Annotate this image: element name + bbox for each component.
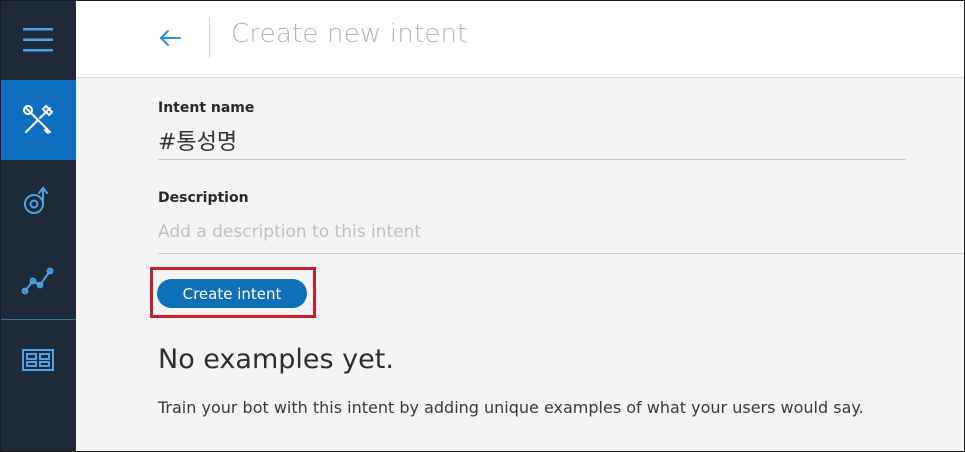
- intent-name-value: #통성명: [158, 130, 238, 155]
- intent-name-label: Intent name: [158, 100, 255, 116]
- tools-icon: [23, 104, 54, 134]
- sidebar-nav: [0, 0, 76, 452]
- empty-examples-title: No examples yet.: [158, 344, 394, 375]
- description-placeholder: Add a description to this intent: [158, 222, 422, 242]
- intent-name-input[interactable]: #통성명: [158, 124, 906, 160]
- description-label: Description: [158, 190, 249, 206]
- deploy-icon: [24, 186, 48, 214]
- sidebar-item-build[interactable]: [0, 80, 76, 160]
- page-title: Create new intent: [231, 19, 468, 49]
- page-header: Create new intent: [76, 0, 965, 78]
- create-intent-button[interactable]: Create intent: [157, 279, 307, 308]
- analytics-icon: [21, 267, 54, 295]
- menu-icon: [23, 28, 53, 52]
- sidebar-item-deploy[interactable]: [0, 160, 76, 240]
- empty-examples-description: Train your bot with this intent by addin…: [158, 398, 864, 417]
- header-divider: [209, 18, 210, 58]
- back-button[interactable]: [154, 22, 186, 54]
- sidebar-item-analytics[interactable]: [0, 240, 76, 320]
- sidebar-item-dashboard[interactable]: [0, 320, 76, 400]
- description-input[interactable]: Add a description to this intent: [158, 218, 965, 254]
- arrow-left-icon: [159, 30, 181, 46]
- sidebar-item-menu[interactable]: [0, 0, 76, 80]
- dashboard-icon: [22, 349, 54, 371]
